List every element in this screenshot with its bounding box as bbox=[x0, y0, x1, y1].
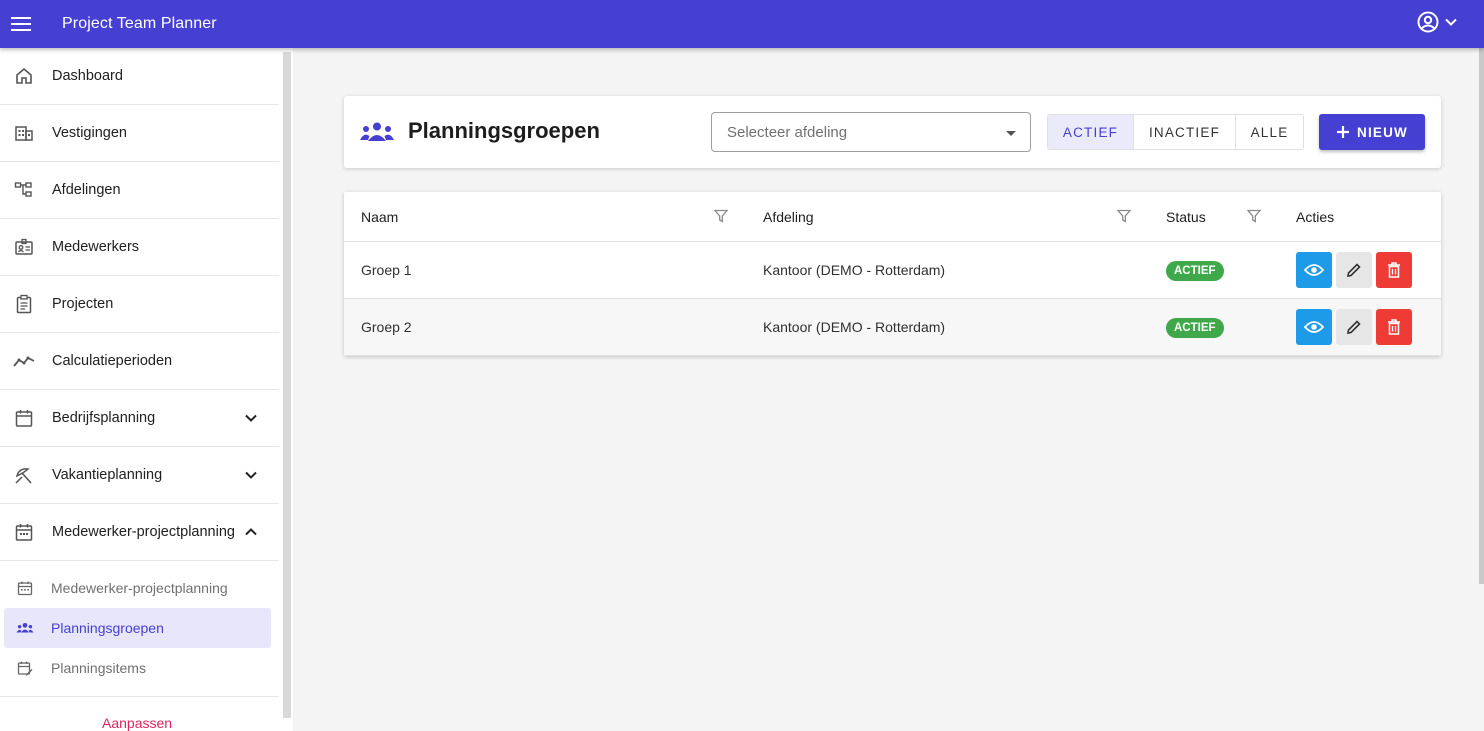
groups-table: Naam Afdeling Status Acties Groep 1 Kant… bbox=[344, 192, 1441, 356]
pencil-icon bbox=[1347, 263, 1361, 277]
view-button[interactable] bbox=[1296, 252, 1332, 288]
chevron-down-icon[interactable] bbox=[242, 466, 260, 484]
status-badge: ACTIEF bbox=[1166, 261, 1224, 281]
column-header-acties: Acties bbox=[1296, 209, 1335, 225]
sidebar-subitem-label: Planningsgroepen bbox=[51, 620, 164, 636]
sidebar-item-medewerker-projectplanning[interactable]: Medewerker-projectplanning bbox=[0, 504, 279, 561]
filter-icon[interactable] bbox=[1117, 209, 1131, 223]
eye-icon bbox=[1304, 321, 1324, 333]
sidebar-divider bbox=[0, 696, 279, 697]
hierarchy-icon bbox=[13, 179, 35, 201]
cell-naam: Groep 2 bbox=[361, 319, 412, 335]
cell-naam: Groep 1 bbox=[361, 262, 412, 278]
app-title: Project Team Planner bbox=[62, 15, 217, 32]
sidebar-item-vakantieplanning[interactable]: Vakantieplanning bbox=[0, 447, 279, 504]
calendar-icon bbox=[16, 579, 34, 597]
calendar-edit-icon bbox=[16, 659, 34, 677]
cell-afdeling: Kantoor (DEMO - Rotterdam) bbox=[763, 319, 946, 335]
clipboard-icon bbox=[13, 293, 35, 315]
status-filter-alle[interactable]: ALLE bbox=[1236, 115, 1303, 149]
view-button[interactable] bbox=[1296, 309, 1332, 345]
column-header-status[interactable]: Status bbox=[1166, 209, 1206, 225]
account-circle-icon bbox=[1417, 11, 1439, 33]
sidebar-item-label: Medewerker-projectplanning bbox=[52, 524, 235, 540]
table-row[interactable]: Groep 1 Kantoor (DEMO - Rotterdam) ACTIE… bbox=[344, 242, 1441, 299]
sidebar-item-label: Afdelingen bbox=[52, 182, 121, 198]
sidebar-item-label: Vakantieplanning bbox=[52, 467, 163, 483]
dropdown-arrow-icon bbox=[1006, 131, 1016, 136]
sidebar-item-label: Medewerkers bbox=[52, 239, 140, 255]
plus-icon bbox=[1337, 126, 1349, 138]
sidebar-item-bedrijfsplanning[interactable]: Bedrijfsplanning bbox=[0, 390, 279, 447]
user-menu-button[interactable] bbox=[1416, 10, 1458, 34]
hamburger-icon bbox=[11, 17, 31, 31]
sidebar-item-dashboard[interactable]: Dashboard bbox=[0, 48, 279, 105]
sidebar-item-label: Dashboard bbox=[52, 68, 123, 84]
status-filter-inactief[interactable]: INACTIEF bbox=[1134, 115, 1236, 149]
building-icon bbox=[13, 122, 35, 144]
page-header-card: Planningsgroepen Selecteer afdeling ACTI… bbox=[344, 96, 1441, 168]
new-button[interactable]: NIEUW bbox=[1319, 114, 1425, 150]
sidebar-subitem-label: Planningsitems bbox=[51, 660, 146, 676]
status-filter-actief[interactable]: ACTIEF bbox=[1048, 115, 1134, 149]
cell-afdeling: Kantoor (DEMO - Rotterdam) bbox=[763, 262, 946, 278]
top-app-bar: Project Team Planner bbox=[0, 0, 1484, 48]
table-row[interactable]: Groep 2 Kantoor (DEMO - Rotterdam) ACTIE… bbox=[344, 299, 1441, 356]
trash-icon bbox=[1388, 319, 1400, 335]
sidebar-item-projecten[interactable]: Projecten bbox=[0, 276, 279, 333]
trash-icon bbox=[1388, 262, 1400, 278]
group-icon bbox=[360, 122, 394, 141]
column-header-afdeling[interactable]: Afdeling bbox=[763, 209, 814, 225]
sidebar-subitem-planningsgroepen[interactable]: Planningsgroepen bbox=[4, 608, 271, 648]
edit-button[interactable] bbox=[1336, 252, 1372, 288]
group-icon bbox=[16, 619, 34, 637]
chevron-down-icon[interactable] bbox=[242, 409, 260, 427]
sidebar: Dashboard Vestigingen Afdelingen Medewer… bbox=[0, 48, 293, 731]
chevron-up-icon[interactable] bbox=[242, 523, 260, 541]
sidebar-subitem-planningsitems[interactable]: Planningsitems bbox=[4, 648, 271, 688]
delete-button[interactable] bbox=[1376, 252, 1412, 288]
page-title: Planningsgroepen bbox=[408, 118, 600, 143]
calendar-icon bbox=[13, 407, 35, 429]
chevron-down-icon bbox=[1445, 18, 1457, 26]
home-icon bbox=[13, 65, 35, 87]
sidebar-subitem-label: Medewerker-projectplanning bbox=[51, 580, 228, 596]
window-scrollbar[interactable] bbox=[1479, 48, 1484, 584]
filter-icon[interactable] bbox=[1247, 209, 1261, 223]
sidebar-item-medewerkers[interactable]: Medewerkers bbox=[0, 219, 279, 276]
filter-icon[interactable] bbox=[714, 209, 728, 223]
edit-button[interactable] bbox=[1336, 309, 1372, 345]
status-badge: ACTIEF bbox=[1166, 318, 1224, 338]
trend-line-icon bbox=[13, 350, 35, 372]
department-select-placeholder: Selecteer afdeling bbox=[727, 124, 848, 141]
beach-umbrella-icon bbox=[13, 464, 35, 486]
department-select[interactable]: Selecteer afdeling bbox=[711, 112, 1031, 152]
hamburger-menu-button[interactable] bbox=[0, 0, 42, 48]
table-header: Naam Afdeling Status Acties bbox=[344, 192, 1441, 242]
sidebar-item-afdelingen[interactable]: Afdelingen bbox=[0, 162, 279, 219]
customize-link[interactable]: Aanpassen bbox=[102, 715, 172, 731]
sidebar-item-label: Projecten bbox=[52, 296, 114, 312]
new-button-label: NIEUW bbox=[1357, 124, 1408, 140]
calendar-icon bbox=[13, 521, 35, 543]
sidebar-item-vestigingen[interactable]: Vestigingen bbox=[0, 105, 279, 162]
sidebar-subitem-medewerker-projectplanning[interactable]: Medewerker-projectplanning bbox=[4, 568, 271, 608]
sidebar-item-label: Vestigingen bbox=[52, 125, 127, 141]
sidebar-item-label: Calculatieperioden bbox=[52, 353, 173, 369]
pencil-icon bbox=[1347, 320, 1361, 334]
sidebar-scrollbar[interactable] bbox=[283, 52, 291, 718]
sidebar-item-calculatieperioden[interactable]: Calculatieperioden bbox=[0, 333, 279, 390]
badge-icon bbox=[13, 236, 35, 258]
delete-button[interactable] bbox=[1376, 309, 1412, 345]
column-header-naam[interactable]: Naam bbox=[361, 209, 398, 225]
sidebar-item-label: Bedrijfsplanning bbox=[52, 410, 156, 426]
eye-icon bbox=[1304, 264, 1324, 276]
status-filter-toggle: ACTIEF INACTIEF ALLE bbox=[1047, 114, 1304, 150]
